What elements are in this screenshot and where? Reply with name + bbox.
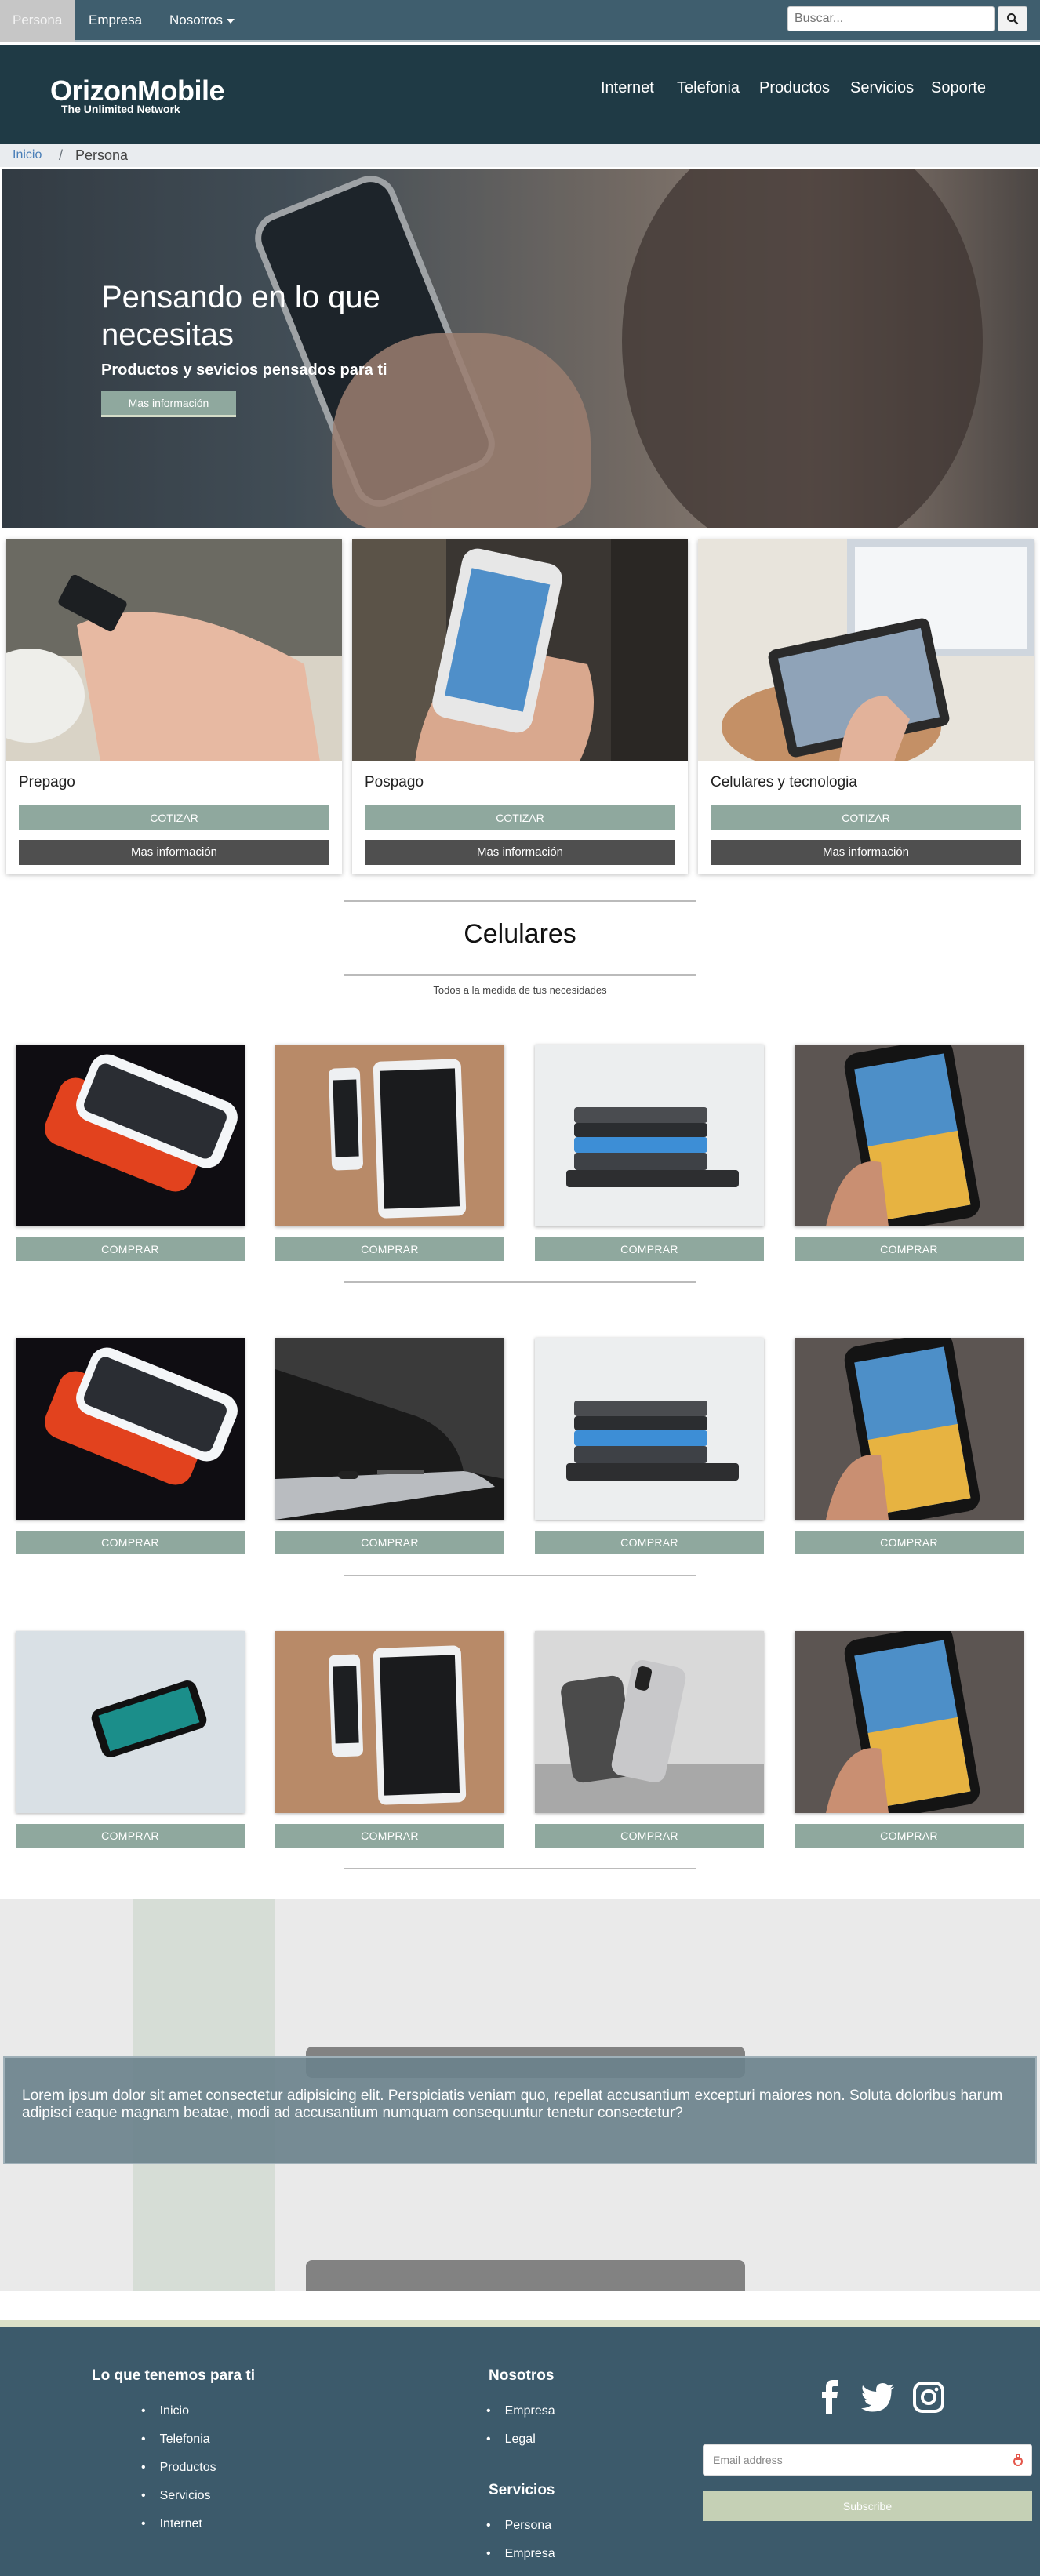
email-input[interactable]: Email address [703, 2444, 1032, 2476]
buy-button[interactable]: COMPRAR [795, 1237, 1024, 1261]
product-image[interactable] [535, 1338, 764, 1520]
footer-col3-title: Servicios [489, 2482, 555, 2498]
buy-button[interactable]: COMPRAR [275, 1824, 504, 1848]
quote-button[interactable]: COTIZAR [365, 805, 675, 830]
nav-servicios[interactable]: Servicios [850, 79, 914, 97]
search-button[interactable] [998, 6, 1027, 31]
section-title: Celulares [464, 919, 576, 949]
nav-telefonia[interactable]: Telefonia [677, 79, 740, 97]
footer-link-persona[interactable]: Persona [486, 2518, 555, 2546]
twitter-icon[interactable] [861, 2380, 896, 2414]
quote-button[interactable]: COTIZAR [711, 805, 1021, 830]
facebook-icon[interactable] [820, 2380, 839, 2414]
product-image[interactable] [275, 1338, 504, 1520]
tab-nosotros-dropdown[interactable]: Nosotros [157, 0, 247, 42]
buy-button[interactable]: COMPRAR [535, 1824, 764, 1848]
section-subtitle: Todos a la medida de tus necesidades [433, 984, 607, 996]
site-header: OrizonMobile The Unlimited Network Inter… [0, 45, 1040, 144]
search-input[interactable] [787, 6, 995, 31]
divider [344, 1575, 696, 1576]
footer-link-inicio[interactable]: Inicio [141, 2403, 216, 2432]
divider [344, 974, 696, 976]
tab-persona[interactable]: Persona [0, 0, 75, 42]
card-title: Celulares y tecnologia [711, 774, 857, 790]
hero-more-info-button[interactable]: Mas información [101, 391, 236, 417]
buy-button[interactable]: COMPRAR [535, 1531, 764, 1554]
breadcrumb: Inicio / Persona [0, 144, 1040, 167]
footer-link-empresa[interactable]: Empresa [486, 2403, 555, 2432]
buy-button[interactable]: COMPRAR [275, 1237, 504, 1261]
instagram-icon[interactable] [913, 2380, 944, 2414]
card-title: Prepago [19, 774, 75, 790]
tab-label: Persona [13, 13, 63, 27]
buy-button[interactable]: COMPRAR [535, 1237, 764, 1261]
card-celulares-tecnologia: Celulares y tecnologia COTIZAR Mas infor… [698, 539, 1034, 874]
banner-text: Lorem ipsum dolor sit amet consectetur a… [22, 2087, 1003, 2121]
nav-internet[interactable]: Internet [601, 79, 654, 97]
footer-accent-line [0, 2320, 1040, 2327]
buy-button[interactable]: COMPRAR [795, 1531, 1024, 1554]
more-info-button[interactable]: Mas información [711, 840, 1021, 865]
footer-col2-title: Nosotros [489, 2367, 555, 2384]
divider [344, 1868, 696, 1869]
product-image[interactable] [16, 1631, 245, 1813]
tab-label: Nosotros [169, 13, 224, 27]
nav-productos[interactable]: Productos [759, 79, 830, 97]
quote-button[interactable]: COTIZAR [19, 805, 329, 830]
product-image[interactable] [535, 1631, 764, 1813]
breadcrumb-separator: / [59, 147, 64, 163]
search-icon [1007, 13, 1019, 25]
card-title: Pospago [365, 774, 424, 790]
buy-button[interactable]: COMPRAR [795, 1824, 1024, 1848]
card-image [698, 539, 1034, 761]
product-image[interactable] [795, 1338, 1024, 1520]
product-image[interactable] [16, 1338, 245, 1520]
footer-link-internet[interactable]: Internet [141, 2516, 216, 2545]
footer: Lo que tenemos para ti Inicio Telefonia … [0, 2327, 1040, 2576]
subscribe-button[interactable]: Subscribe [703, 2491, 1032, 2521]
footer-col3-list: Persona Empresa [486, 2518, 555, 2574]
product-image[interactable] [275, 1045, 504, 1226]
buy-button[interactable]: COMPRAR [275, 1531, 504, 1554]
footer-col1-title: Lo que tenemos para ti [92, 2367, 255, 2384]
product-image[interactable] [795, 1045, 1024, 1226]
tagline: The Unlimited Network [61, 103, 180, 115]
product-image[interactable] [16, 1045, 245, 1226]
product-image[interactable] [535, 1045, 764, 1226]
hero-banner: Pensando en lo que necesitas Productos y… [2, 169, 1038, 528]
tab-empresa[interactable]: Empresa [76, 0, 155, 42]
nav-soporte[interactable]: Soporte [931, 79, 986, 97]
product-image[interactable] [795, 1631, 1024, 1813]
hero-title: Pensando en lo que necesitas [101, 280, 380, 352]
more-info-button[interactable]: Mas información [19, 840, 329, 865]
email-placeholder: Email address [713, 2454, 783, 2466]
footer-col2-list: Empresa Legal [486, 2403, 555, 2460]
more-info-button[interactable]: Mas información [365, 840, 675, 865]
buy-button[interactable]: COMPRAR [16, 1237, 245, 1261]
buy-button[interactable]: COMPRAR [16, 1824, 245, 1848]
breadcrumb-current: Persona [75, 147, 129, 163]
caret-down-icon [227, 18, 235, 24]
footer-col1-list: Inicio Telefonia Productos Servicios Int… [141, 2403, 216, 2545]
card-prepago: Prepago COTIZAR Mas información [6, 539, 342, 874]
footer-link-productos[interactable]: Productos [141, 2460, 216, 2488]
divider [344, 900, 696, 902]
divider [344, 1281, 696, 1283]
card-image [6, 539, 342, 761]
card-pospago: Pospago COTIZAR Mas información [352, 539, 688, 874]
tab-label: Empresa [89, 13, 143, 27]
breadcrumb-home-link[interactable]: Inicio [13, 144, 42, 167]
buy-button[interactable]: COMPRAR [16, 1531, 245, 1554]
footer-link-telefonia[interactable]: Telefonia [141, 2432, 216, 2460]
footer-link-legal[interactable]: Legal [486, 2432, 555, 2460]
product-image[interactable] [275, 1631, 504, 1813]
footer-link-servicios[interactable]: Servicios [141, 2488, 216, 2516]
card-image [352, 539, 688, 761]
footer-link-empresa-2[interactable]: Empresa [486, 2546, 555, 2574]
password-manager-icon[interactable] [1013, 2454, 1024, 2466]
promo-banner: Lorem ipsum dolor sit amet consectetur a… [0, 1899, 1040, 2291]
hero-subtitle: Productos y sevicios pensados para ti [101, 362, 387, 379]
top-bar: Persona Empresa Nosotros [0, 0, 1040, 42]
